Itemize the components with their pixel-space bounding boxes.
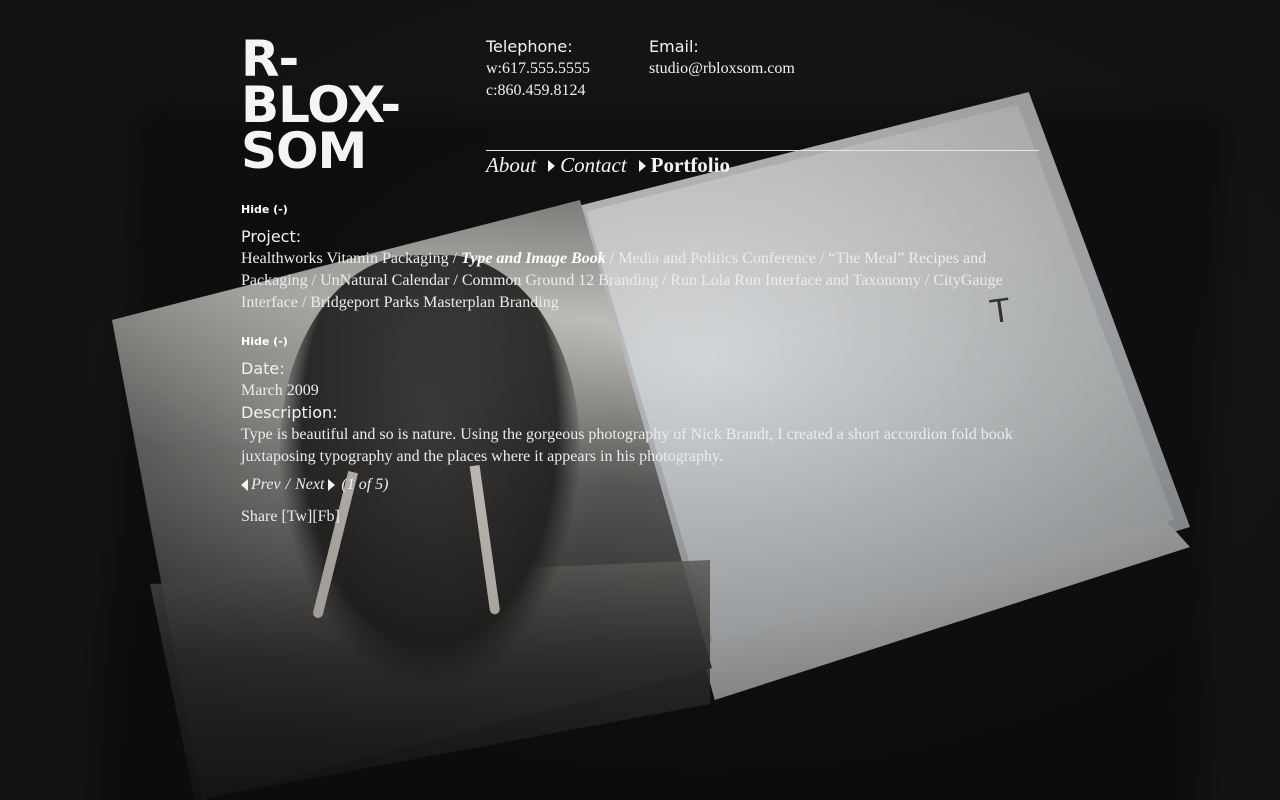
description-label: Description: xyxy=(241,403,338,422)
project-link[interactable]: Run Lola Run Interface and Taxonomy xyxy=(670,272,921,289)
project-link[interactable]: Media and Politics Conference xyxy=(618,250,816,267)
work-phone[interactable]: w:617.555.5555 xyxy=(486,58,590,80)
date-label: Date: xyxy=(241,359,285,378)
site-logo[interactable]: R- BLOX- SOM xyxy=(241,34,401,180)
nav-contact[interactable]: Contact xyxy=(560,153,627,178)
date-value: March 2009 xyxy=(241,382,319,399)
project-separator: / xyxy=(920,272,934,289)
hide-projects-button[interactable]: Hide (-) xyxy=(241,203,288,216)
hide-details-button[interactable]: Hide (-) xyxy=(241,335,288,348)
triangle-right-icon xyxy=(328,479,336,491)
project-separator: / xyxy=(815,250,829,267)
telephone-block: Telephone: w:617.555.5555 c:860.459.8124 xyxy=(486,36,590,102)
description-text: Type is beautiful and so is nature. Usin… xyxy=(241,426,1013,465)
next-link[interactable]: Next xyxy=(295,476,324,494)
triangle-left-icon xyxy=(241,479,248,491)
share-twitter-link[interactable]: [Tw] xyxy=(281,508,312,525)
detail-section: Date: March 2009 Description: Type is be… xyxy=(241,358,1041,468)
project-link[interactable]: Bridgeport Parks Masterplan Branding xyxy=(310,294,558,311)
email-link[interactable]: studio@rbloxsom.com xyxy=(649,58,795,80)
nav-about[interactable]: About xyxy=(486,153,536,178)
cell-phone[interactable]: c:860.459.8124 xyxy=(486,80,590,102)
project-separator: / xyxy=(297,294,311,311)
project-separator: / xyxy=(605,250,619,267)
project-link[interactable]: Healthworks Vitamin Packaging xyxy=(241,250,449,267)
share-facebook-link[interactable]: [Fb] xyxy=(312,508,340,525)
main-nav: About Contact Portfolio xyxy=(486,153,730,178)
project-separator: / xyxy=(448,250,462,267)
project-separator: / xyxy=(657,272,671,289)
logo-line: SOM xyxy=(241,122,367,180)
share-label: Share xyxy=(241,508,278,525)
project-heading: Project: xyxy=(241,227,302,246)
telephone-label: Telephone: xyxy=(486,37,573,56)
pager-separator: / xyxy=(285,476,291,493)
triangle-right-icon xyxy=(638,159,646,172)
image-pager: Prev / Next (1 of 5) xyxy=(241,476,389,494)
pager-position: (1 of 5) xyxy=(341,476,389,493)
nav-portfolio[interactable]: Portfolio xyxy=(651,153,730,178)
page-content: R- BLOX- SOM Telephone: w:617.555.5555 c… xyxy=(0,0,1280,800)
prev-link[interactable]: Prev xyxy=(251,476,281,494)
project-link-current[interactable]: Type and Image Book xyxy=(461,250,606,267)
email-label: Email: xyxy=(649,37,699,56)
project-link[interactable]: UnNatural Calendar xyxy=(320,272,449,289)
nav-divider xyxy=(486,150,1039,151)
email-block: Email: studio@rbloxsom.com xyxy=(649,36,795,80)
triangle-right-icon xyxy=(548,159,556,172)
project-link[interactable]: Common Ground 12 Branding xyxy=(462,272,658,289)
project-separator: / xyxy=(449,272,462,289)
project-separator: / xyxy=(307,272,321,289)
project-list: Healthworks Vitamin Packaging / Type and… xyxy=(241,248,1041,314)
project-section: Project: Healthworks Vitamin Packaging /… xyxy=(241,226,1041,314)
share-block: Share [Tw][Fb] xyxy=(241,508,340,526)
